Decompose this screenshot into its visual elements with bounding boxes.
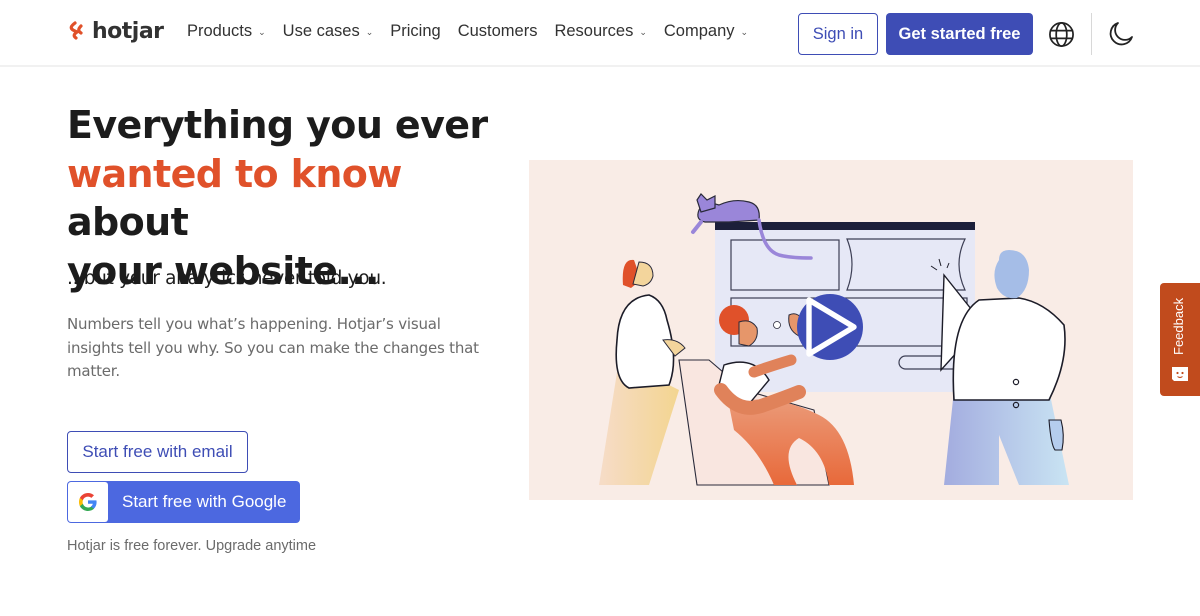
moon-icon[interactable] (1107, 20, 1135, 48)
nav-item-label: Products (187, 22, 253, 40)
globe-icon[interactable] (1048, 21, 1075, 48)
chevron-down-icon: ⌄ (639, 27, 647, 37)
nav-item-company[interactable]: Company ⌄ (664, 22, 748, 41)
nav-item-products[interactable]: Products ⌄ (187, 22, 266, 41)
nav-item-label: Resources (554, 22, 634, 40)
main-nav: Products ⌄ Use cases ⌄ Pricing Customers… (187, 22, 765, 41)
site-header: hotjar Products ⌄ Use cases ⌄ Pricing Cu… (0, 0, 1200, 67)
feedback-tab[interactable]: Feedback (1160, 283, 1200, 396)
nav-item-resources[interactable]: Resources ⌄ (554, 22, 646, 41)
play-video-button[interactable] (797, 294, 863, 360)
woman-figure (599, 259, 686, 485)
google-icon (79, 493, 97, 511)
hotjar-logo-icon (69, 20, 83, 40)
hero-title-line1: Everything you ever (67, 103, 488, 147)
nav-item-customers[interactable]: Customers (458, 22, 538, 41)
start-free-google-button[interactable]: Start free with Google (67, 481, 300, 523)
chevron-down-icon: ⌄ (258, 27, 266, 37)
hero-video-illustration[interactable] (529, 160, 1133, 500)
hero-description: Numbers tell you what’s happening. Hotja… (67, 315, 479, 380)
logo-text: hotjar (92, 19, 164, 44)
feedback-face-icon (1172, 367, 1188, 381)
hero-title: Everything you ever wanted to know about… (67, 101, 507, 295)
free-forever-note: Hotjar is free forever. Upgrade anytime (67, 538, 317, 554)
start-free-email-button[interactable]: Start free with email (67, 431, 248, 473)
sign-in-button[interactable]: Sign in (798, 13, 878, 55)
nav-item-label: Pricing (390, 22, 441, 40)
get-started-free-button[interactable]: Get started free (886, 13, 1033, 55)
feedback-label: Feedback (1171, 297, 1186, 355)
nav-item-use-cases[interactable]: Use cases ⌄ (283, 22, 374, 41)
nav-item-label: Customers (457, 22, 538, 40)
google-logo-box (68, 482, 108, 522)
nav-item-pricing[interactable]: Pricing (390, 22, 440, 41)
hotjar-logo[interactable]: hotjar (66, 19, 164, 44)
hero-subtitle: ...but your analytics never told you. (67, 268, 387, 289)
hero-title-line2: about (67, 200, 189, 244)
chevron-down-icon: ⌄ (740, 27, 749, 37)
header-divider (1091, 13, 1092, 55)
chevron-down-icon: ⌄ (365, 27, 374, 37)
nav-item-label: Use cases (282, 22, 360, 40)
play-icon (806, 297, 857, 357)
nav-item-label: Company (663, 22, 735, 40)
google-button-label: Start free with Google (122, 492, 287, 511)
hero-title-accent: wanted to know (67, 151, 402, 196)
